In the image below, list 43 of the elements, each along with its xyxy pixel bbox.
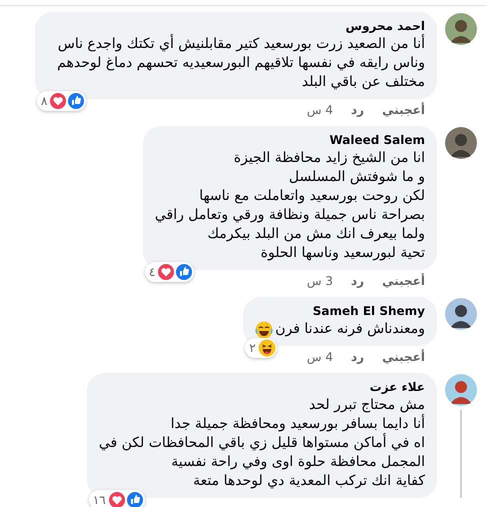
reaction-count: ٤ bbox=[148, 264, 156, 281]
comment-text: المجمل محافظة حلوة اوى وفي راحة نفسية bbox=[171, 453, 425, 472]
author-name[interactable]: Sameh El Shemy bbox=[312, 303, 425, 320]
action-link[interactable]: رد bbox=[351, 349, 364, 365]
author-name[interactable]: علاء عزت bbox=[370, 379, 425, 396]
author-name[interactable]: احمد محروس bbox=[346, 18, 425, 35]
action-link[interactable]: رد bbox=[351, 102, 364, 118]
comment-text: أنا دايما بسافر بورسعيد ومحافظة جميلة جدا bbox=[170, 415, 425, 433]
comment-text: ولما بيعرف انك مش من البلد بيكرمك bbox=[207, 225, 425, 244]
avatar[interactable] bbox=[445, 374, 477, 406]
avatar[interactable] bbox=[445, 13, 477, 45]
reaction-count: ١٦ bbox=[92, 492, 106, 507]
like-icon bbox=[67, 92, 86, 110]
action-link[interactable]: رد bbox=[351, 273, 364, 289]
comment-text: و ما شوفتش المسلسل bbox=[288, 168, 425, 187]
timestamp[interactable]: 4 س bbox=[306, 102, 334, 118]
comment-text: كفاية انك تركب المعدية دي لوحدها متعة bbox=[193, 472, 425, 491]
timestamp[interactable]: 3 س bbox=[306, 273, 334, 289]
like-icon bbox=[126, 491, 144, 507]
reaction-summary[interactable]: ٨ bbox=[37, 91, 86, 111]
comment-text: مش محتاج تبرر لحد bbox=[308, 396, 425, 414]
action-link[interactable]: أعجبني bbox=[382, 273, 425, 289]
like-icon bbox=[175, 263, 194, 281]
comment-text: اه في أماكن مستواها قليل زي باقي المحافظات لكن في bbox=[98, 434, 425, 453]
author-name[interactable]: Waleed Salem bbox=[329, 132, 425, 149]
comment-text: ومعندناش فرنه عندنا فرن bbox=[275, 320, 425, 339]
avatar[interactable] bbox=[445, 298, 477, 330]
avatar[interactable] bbox=[445, 127, 477, 159]
reaction-count: ٨ bbox=[41, 93, 48, 110]
reaction-summary[interactable]: ٢ bbox=[245, 338, 277, 358]
reaction-count: ٢ bbox=[249, 340, 256, 357]
laughing-emoji-icon bbox=[258, 339, 276, 357]
reaction-summary[interactable]: ١٦ bbox=[88, 490, 145, 507]
timestamp[interactable]: 4 س bbox=[306, 349, 334, 365]
action-link[interactable]: أعجبني bbox=[382, 102, 425, 118]
reaction-summary[interactable]: ٤ bbox=[144, 262, 194, 282]
comment-text: انا من الشيخ زايد محافظة الجيزة bbox=[234, 149, 425, 168]
action-link[interactable]: أعجبني bbox=[382, 349, 425, 365]
comment-text: بصراحة ناس جميلة ونظافة ورقي وتعامل راقي bbox=[154, 206, 425, 225]
comment-text: أنا من الصعيد زرت بورسعيد كتير مقابلنيش أي تكتك واجدع ناس وناس رايقه في نفسها تلاقيهم البورسعيديه تحسهم دماغ لوحدهم مختلف عن باقي البلد bbox=[56, 35, 425, 92]
comment-text: لكن روحت بورسعيد واتعاملت مع ناسها bbox=[199, 187, 425, 206]
heart-icon bbox=[108, 491, 126, 507]
comment-text: تحية لبورسعيد وناسها الحلوة bbox=[260, 244, 425, 263]
